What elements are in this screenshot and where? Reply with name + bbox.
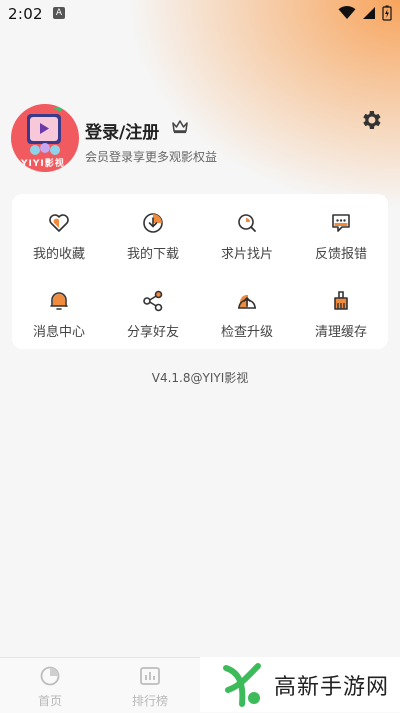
grid-item-share[interactable]: 分享好友 [106, 272, 200, 350]
grid-item-request-film[interactable]: 求片找片 [200, 194, 294, 272]
wifi-icon [338, 6, 356, 19]
bell-icon [50, 292, 68, 310]
search-film-icon [238, 214, 256, 232]
heart-icon [49, 214, 69, 232]
grid-item-messages[interactable]: 消息中心 [12, 272, 106, 350]
nav-home-label: 首页 [37, 694, 62, 708]
status-bar: 2:02 A [0, 0, 400, 28]
share-icon [143, 290, 163, 312]
grid-item-downloads[interactable]: 我的下载 [106, 194, 200, 272]
avatar-brand-text: YIYI影视 [21, 159, 65, 169]
battery-icon [382, 5, 392, 21]
grid-item-upgrade[interactable]: 检查升级 [200, 272, 294, 350]
profile-section[interactable]: YIYI影视 登录/注册 会员登录享更多观影权益 [11, 104, 391, 174]
status-icons [338, 5, 392, 21]
grid-item-favorites[interactable]: 我的收藏 [12, 194, 106, 272]
feature-grid: 我的收藏 我的下载 求片找片 反馈报错 消息中心 分享好友 检查升级 清理缓存 [12, 194, 388, 349]
download-icon [143, 213, 163, 233]
broom-icon [334, 291, 348, 310]
watermark-text: 高新手游网 [274, 674, 390, 700]
login-subtitle: 会员登录享更多观影权益 [85, 150, 218, 164]
settings-gear-icon[interactable] [359, 108, 383, 132]
grid-item-clear-cache[interactable]: 清理缓存 [294, 272, 388, 350]
grid-item-label: 求片找片 [220, 247, 273, 262]
feedback-icon [332, 214, 350, 232]
watermark-logo-icon [223, 662, 261, 707]
feature-grid-card: 我的收藏 我的下载 求片找片 反馈报错 消息中心 分享好友 检查升级 清理缓存 [12, 194, 388, 349]
home-icon [40, 666, 60, 686]
grid-item-feedback[interactable]: 反馈报错 [294, 194, 388, 272]
watermark: 高新手游网 [200, 657, 400, 712]
grid-item-label: 检查升级 [220, 325, 273, 340]
ranking-icon [140, 667, 160, 685]
cellular-icon [363, 7, 375, 19]
grid-item-label: 我的下载 [126, 247, 179, 262]
nav-home[interactable]: 首页 [20, 666, 80, 709]
grid-item-label: 分享好友 [126, 325, 179, 340]
nav-ranking-label: 排行榜 [131, 694, 168, 708]
notification-icon: A [53, 7, 65, 19]
nav-ranking[interactable]: 排行榜 [120, 666, 180, 709]
login-register-link[interactable]: 登录/注册 [85, 118, 159, 143]
avatar[interactable]: YIYI影视 [11, 104, 79, 172]
version-text: V4.1.8@YIYI影视 [151, 371, 249, 385]
grid-item-label: 消息中心 [32, 325, 85, 340]
grid-item-label: 反馈报错 [314, 247, 367, 262]
upgrade-icon [238, 294, 256, 309]
status-time: 2:02 [8, 5, 43, 23]
grid-item-label: 清理缓存 [314, 325, 367, 340]
crown-icon [172, 120, 188, 134]
grid-item-label: 我的收藏 [32, 247, 85, 262]
